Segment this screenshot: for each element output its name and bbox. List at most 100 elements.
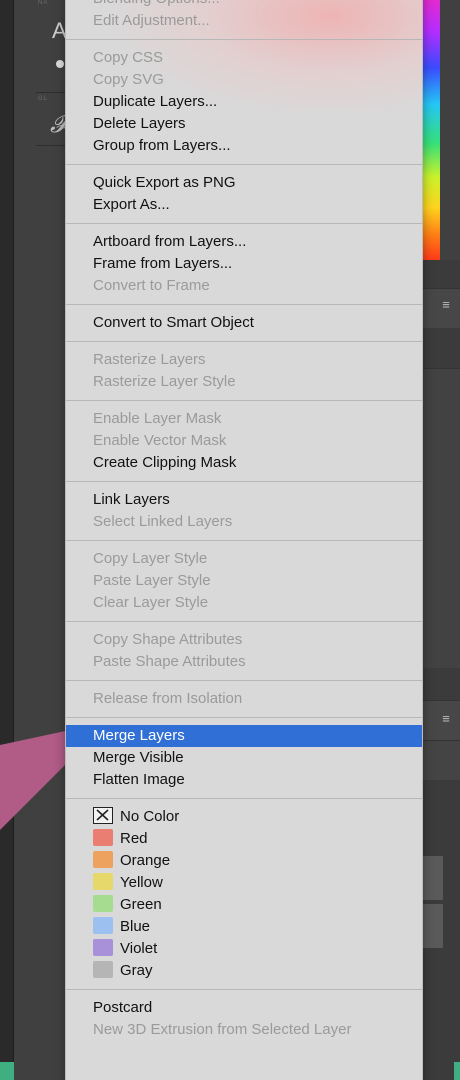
menu-item-copy-css: Copy CSS: [66, 47, 422, 69]
menu-item-delete-layers[interactable]: Delete Layers: [66, 113, 422, 135]
menu-separator: [66, 39, 422, 40]
layers-context-menu: Blending Options... Edit Adjustment... Cop…: [65, 0, 423, 1080]
menu-item-edit-adjustment: Edit Adjustment...: [66, 10, 422, 32]
menu-item-green[interactable]: Green: [66, 894, 422, 916]
menu-item-label: Clear Layer Style: [93, 594, 209, 611]
menu-item-merge-visible[interactable]: Merge Visible: [66, 747, 422, 769]
menu-item-label: Green: [120, 896, 162, 913]
panel-bullet: [56, 60, 64, 68]
color-spectrum-slider[interactable]: [423, 0, 440, 260]
menu-item-clear-layer-style: Clear Layer Style: [66, 592, 422, 614]
panel-content-edge: [423, 368, 460, 668]
menu-item-select-linked-layers: Select Linked Layers: [66, 511, 422, 533]
menu-item-label: Edit Adjustment...: [93, 12, 210, 29]
menu-item-convert-to-frame: Convert to Frame: [66, 275, 422, 297]
menu-item-link-layers[interactable]: Link Layers: [66, 489, 422, 511]
menu-item-export-as[interactable]: Export As...: [66, 194, 422, 216]
menu-item-label: Orange: [120, 852, 171, 869]
menu-item-copy-svg: Copy SVG: [66, 69, 422, 91]
green-color-swatch: [93, 895, 113, 912]
yellow-color-swatch: [93, 873, 113, 890]
menu-item-label: Copy Shape Attributes: [93, 631, 243, 648]
menu-separator: [66, 304, 422, 305]
menu-item-flatten-image[interactable]: Flatten Image: [66, 769, 422, 791]
menu-item-label: Create Clipping Mask: [93, 454, 237, 471]
menu-item-create-clipping-mask[interactable]: Create Clipping Mask: [66, 452, 422, 474]
menu-item-label: Enable Layer Mask: [93, 410, 222, 427]
menu-item-label: Paste Layer Style: [93, 572, 211, 589]
menu-item-label: Release from Isolation: [93, 690, 243, 707]
menu-item-label: Select Linked Layers: [93, 513, 233, 530]
menu-item-convert-to-smart-object[interactable]: Convert to Smart Object: [66, 312, 422, 334]
menu-item-release-from-isolation: Release from Isolation: [66, 688, 422, 710]
menu-item-duplicate-layers[interactable]: Duplicate Layers...: [66, 91, 422, 113]
menu-item-blending-options: Blending Options...: [66, 0, 422, 10]
menu-separator: [66, 989, 422, 990]
menu-item-label: Enable Vector Mask: [93, 432, 227, 449]
menu-separator: [66, 341, 422, 342]
menu-item-label: Yellow: [120, 874, 163, 891]
menu-item-label: Rasterize Layer Style: [93, 373, 236, 390]
menu-separator: [66, 798, 422, 799]
menu-separator: [66, 540, 422, 541]
layer-row-edge[interactable]: [423, 740, 460, 780]
menu-item-new-3d-extrusion-from-selected-layer: New 3D Extrusion from Selected Layer: [66, 1019, 422, 1041]
orange-color-swatch: [93, 851, 113, 868]
panel-mini-label: NA: [38, 0, 49, 6]
menu-item-label: Frame from Layers...: [93, 255, 233, 272]
menu-item-merge-layers[interactable]: Merge Layers: [66, 725, 422, 747]
menu-item-label: Rasterize Layers: [93, 351, 206, 368]
menu-separator: [66, 680, 422, 681]
menu-item-label: Gray: [120, 962, 153, 979]
menu-item-label: Delete Layers: [93, 115, 186, 132]
menu-item-blue[interactable]: Blue: [66, 916, 422, 938]
left-edge-strip: [0, 0, 14, 1080]
menu-item-label: Blending Options...: [93, 0, 220, 7]
menu-item-postcard[interactable]: Postcard: [66, 997, 422, 1019]
menu-separator: [66, 400, 422, 401]
panel-menu-icon[interactable]: ≡: [437, 710, 455, 728]
menu-item-label: Copy CSS: [93, 49, 164, 66]
gray-color-swatch: [93, 961, 113, 978]
menu-item-label: No Color: [120, 808, 180, 825]
menu-item-label: Duplicate Layers...: [93, 93, 218, 110]
menu-item-label: Quick Export as PNG: [93, 174, 236, 191]
menu-item-violet[interactable]: Violet: [66, 938, 422, 960]
panel-mini-label: GL: [38, 96, 49, 102]
menu-item-label: Violet: [120, 940, 158, 957]
menu-item-quick-export-as-png[interactable]: Quick Export as PNG: [66, 172, 422, 194]
menu-separator: [66, 164, 422, 165]
menu-item-label: New 3D Extrusion from Selected Layer: [93, 1021, 352, 1038]
menu-item-artboard-from-layers[interactable]: Artboard from Layers...: [66, 231, 422, 253]
menu-separator: [66, 223, 422, 224]
bottom-accent-bar: [0, 1062, 14, 1080]
menu-list: Blending Options... Edit Adjustment... Cop…: [66, 0, 422, 1041]
menu-item-label: Postcard: [93, 999, 153, 1016]
menu-item-orange[interactable]: Orange: [66, 850, 422, 872]
menu-separator: [66, 717, 422, 718]
menu-item-group-from-layers[interactable]: Group from Layers...: [66, 135, 422, 157]
menu-item-label: Blue: [120, 918, 151, 935]
menu-item-copy-layer-style: Copy Layer Style: [66, 548, 422, 570]
menu-item-red[interactable]: Red: [66, 828, 422, 850]
menu-item-rasterize-layers: Rasterize Layers: [66, 349, 422, 371]
menu-item-rasterize-layer-style: Rasterize Layer Style: [66, 371, 422, 393]
x-box-icon: [93, 807, 113, 824]
menu-item-copy-shape-attributes: Copy Shape Attributes: [66, 629, 422, 651]
menu-separator: [66, 481, 422, 482]
menu-item-frame-from-layers[interactable]: Frame from Layers...: [66, 253, 422, 275]
menu-item-label: Group from Layers...: [93, 137, 231, 154]
menu-item-label: Red: [120, 830, 148, 847]
menu-item-label: Link Layers: [93, 491, 170, 508]
menu-item-no-color[interactable]: No Color: [66, 806, 422, 828]
menu-item-gray[interactable]: Gray: [66, 960, 422, 982]
menu-item-label: Flatten Image: [93, 771, 185, 788]
menu-item-label: Artboard from Layers...: [93, 233, 247, 250]
menu-item-enable-layer-mask: Enable Layer Mask: [66, 408, 422, 430]
menu-item-enable-vector-mask: Enable Vector Mask: [66, 430, 422, 452]
panel-menu-icon[interactable]: ≡: [437, 296, 455, 314]
menu-item-yellow[interactable]: Yellow: [66, 872, 422, 894]
menu-item-label: Merge Visible: [93, 749, 184, 766]
menu-item-paste-layer-style: Paste Layer Style: [66, 570, 422, 592]
menu-item-label: Convert to Smart Object: [93, 314, 254, 331]
